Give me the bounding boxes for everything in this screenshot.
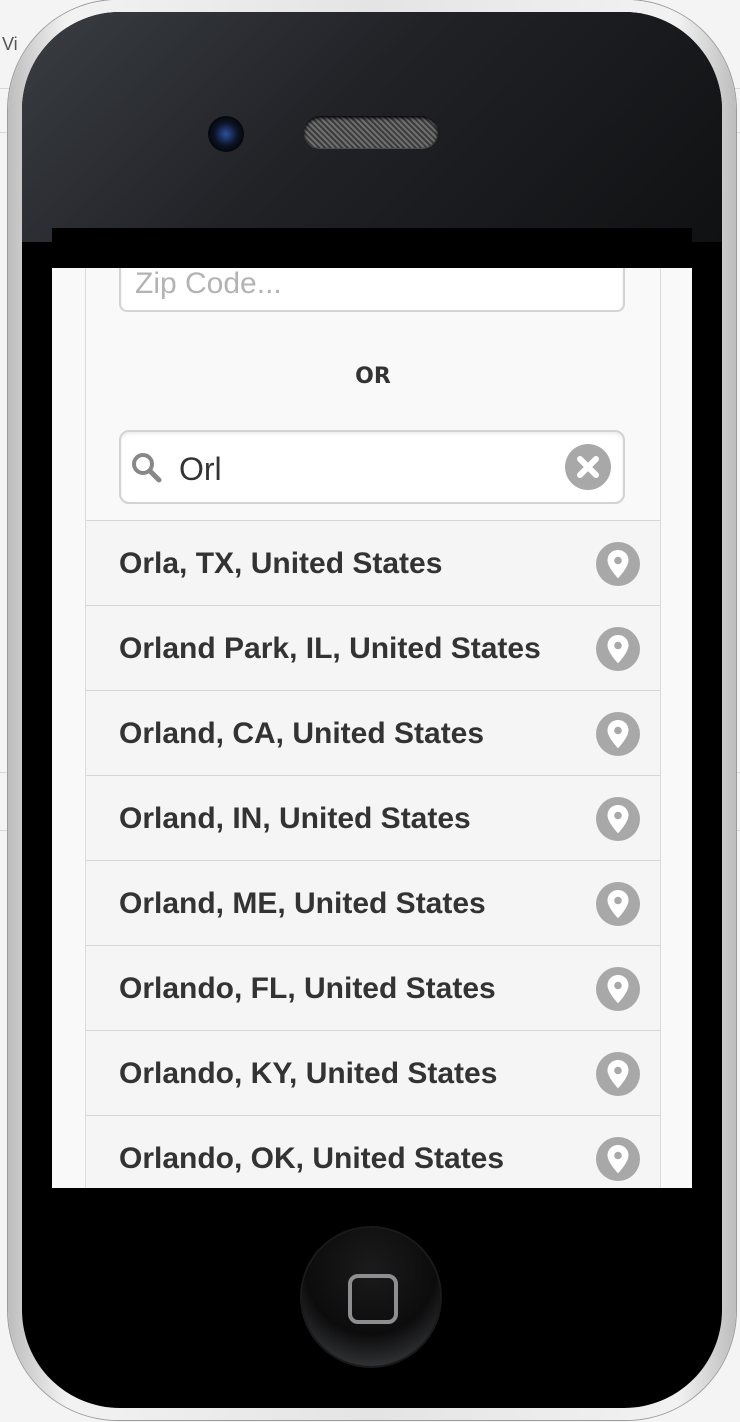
result-item[interactable]: Orland, ME, United States xyxy=(86,861,660,946)
result-item[interactable]: Orland, CA, United States xyxy=(86,691,660,776)
search-results-list: Orla, TX, United States Orland Park, IL, … xyxy=(86,520,660,1188)
result-item[interactable]: Orlando, OK, United States xyxy=(86,1116,660,1188)
result-label: Orland Park, IL, United States xyxy=(119,632,541,665)
zip-code-field[interactable] xyxy=(119,268,625,312)
location-pin-icon xyxy=(596,797,640,841)
home-square-icon xyxy=(348,1274,398,1324)
result-item[interactable]: Orlando, KY, United States xyxy=(86,1031,660,1116)
result-label: Orlando, KY, United States xyxy=(119,1057,498,1090)
phone-screen: OR Orla, TX, United States Orland Park, I… xyxy=(52,228,692,1188)
result-label: Orlando, OK, United States xyxy=(119,1142,505,1175)
status-bar xyxy=(52,228,692,268)
zip-code-input[interactable] xyxy=(133,268,617,304)
search-input[interactable] xyxy=(177,448,551,490)
location-pin-icon xyxy=(596,882,640,926)
location-pin-icon xyxy=(596,1137,640,1181)
search-icon xyxy=(132,453,162,483)
location-pin-icon xyxy=(596,712,640,756)
result-label: Orland, CA, United States xyxy=(119,717,485,750)
app-area: OR Orla, TX, United States Orland Park, I… xyxy=(52,268,692,1188)
location-pin-icon xyxy=(596,1052,640,1096)
camera-icon xyxy=(208,116,244,152)
result-item[interactable]: Orland, IN, United States xyxy=(86,776,660,861)
speaker-grille xyxy=(304,116,438,148)
background-app-label: Vi xyxy=(2,34,18,54)
clear-x-glyph xyxy=(577,456,599,478)
location-pin-icon xyxy=(596,542,640,586)
result-label: Orlando, FL, United States xyxy=(119,972,496,1005)
result-item[interactable]: Orla, TX, United States xyxy=(86,521,660,606)
clear-icon[interactable] xyxy=(565,444,611,490)
result-label: Orla, TX, United States xyxy=(119,547,443,580)
location-form: OR Orla, TX, United States Orland Park, I… xyxy=(85,268,661,1188)
location-pin-icon xyxy=(596,627,640,671)
result-item[interactable]: Orland Park, IL, United States xyxy=(86,606,660,691)
location-pin-icon xyxy=(596,967,640,1011)
home-button[interactable] xyxy=(302,1228,440,1366)
result-label: Orland, IN, United States xyxy=(119,802,471,835)
result-item[interactable]: Orlando, FL, United States xyxy=(86,946,660,1031)
or-separator-label: OR xyxy=(355,364,391,389)
result-label: Orland, ME, United States xyxy=(119,887,486,920)
city-search-field[interactable] xyxy=(119,430,625,504)
